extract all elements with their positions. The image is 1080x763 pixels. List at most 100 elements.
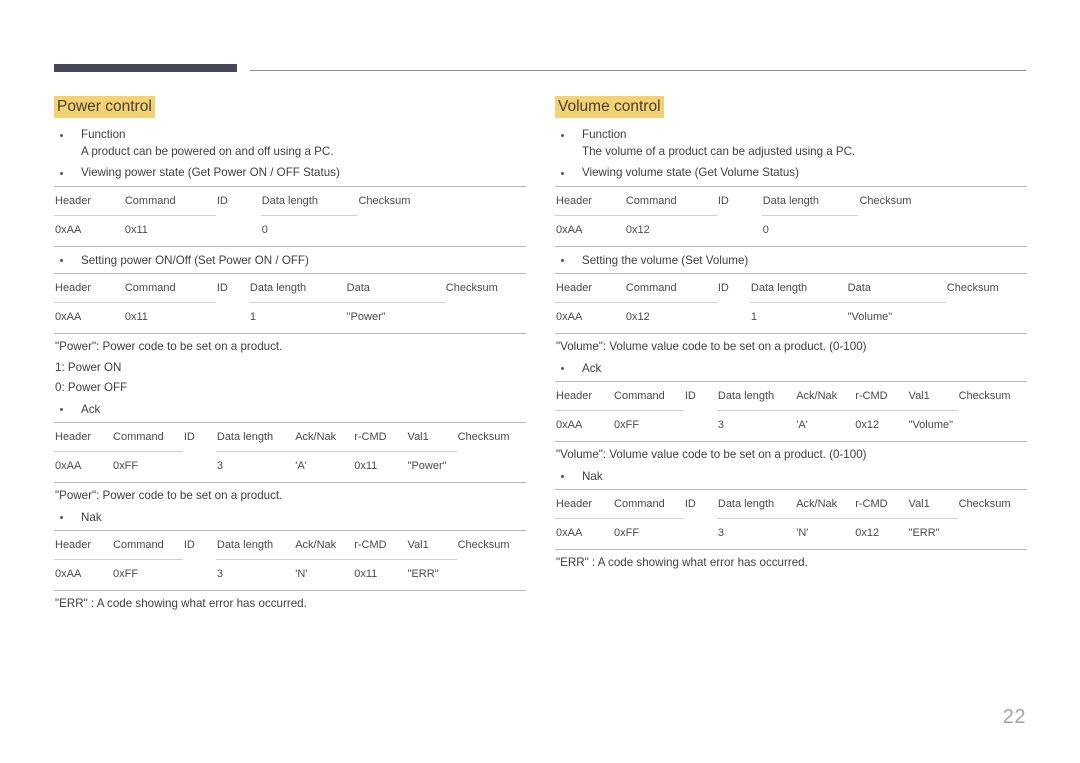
column-header: Checksum [358,194,411,207]
table-cell: 0x12 [855,419,880,432]
column-header: ID [717,194,729,207]
table-cell: 'N' [796,527,809,540]
spec-table: Header Command ID Data length Ack/Nak r-CMD Va… [54,422,526,485]
column-header: Checksum [859,194,912,207]
table-cell: "Power" [346,311,386,324]
column-header: Header [556,282,593,295]
section-power-control: Power control Function A product can be po… [54,96,526,613]
note-text: 1: Power ON [55,360,122,374]
column-header: Header [55,282,92,295]
table-cell: "ERR" [407,568,439,581]
column-header: Command [625,194,677,207]
note-text: 0: Power OFF [55,381,128,395]
bullet-item: Ack [54,402,526,419]
table-cell: 0xAA [55,460,82,473]
table-cell: 0xFF [113,568,139,581]
table-cell: 0xFF [113,460,139,473]
table-cell: 0xAA [556,527,583,540]
column-header: Command [113,539,164,552]
column-header: r-CMD [855,498,888,511]
spec-table: Header Command ID Data length Data Checksum 0x… [555,273,1027,336]
table-cell: 3 [216,568,223,581]
table-header-row: Header Command ID Data length Ack/Nak r-CMD Va… [54,424,526,452]
table-bottom-rule [555,441,1027,444]
bullet-label: Ack [582,361,602,375]
table-bottom-rule [555,246,1027,248]
bullet-label: Setting power ON/Off (Set Power ON / OFF… [81,253,309,267]
bullet-label: Setting the volume (Set Volume) [582,253,749,267]
table-row: 0xAA 0xFF 3 'N' 0x11 "ERR" [54,561,526,591]
table-cell: 0xFF [614,419,640,432]
bullet-label: Function [582,128,627,142]
table-cell: 3 [717,527,724,540]
bullet-item: Function A product can be powered on and … [54,127,526,160]
table-bottom-rule [555,549,1027,552]
table-cell [457,561,526,591]
table-cell: 0 [261,223,268,236]
column-header: Checksum [946,282,999,295]
column-header: ID [717,282,729,295]
spec-table: Header Command ID Data length Data Checksum 0x… [54,273,526,336]
table-cell [858,217,1027,247]
column-header: Data length [216,431,274,444]
bullet-label: Nak [81,510,102,524]
column-header: Data [847,282,871,295]
note-text: "Volume": Volume value code to be set on… [556,340,867,354]
table-cell: 0x11 [354,460,378,473]
note-text: "ERR" : A code showing what error has oc… [55,597,307,611]
bullet-label: Nak [582,469,603,483]
bullet-item: Nak [54,510,526,527]
table-row: 0xAA 0xFF 3 'A' 0x12 "Volume" [555,412,1027,442]
bullet-item: Viewing volume state (Get Volume Status) [555,165,1027,182]
column-header: Checksum [958,390,1011,403]
table-cell: "Volume" [908,419,954,432]
table-cell [445,304,526,334]
table-cell [183,561,216,591]
column-header: Ack/Nak [295,539,337,552]
column-header: Data length [249,282,307,295]
table-cell [717,304,750,334]
column-header: r-CMD [354,431,387,444]
table-cell [183,453,216,483]
spec-table: Header Command ID Data length Ack/Nak r-CMD Va… [555,489,1027,552]
column-header: ID [183,431,195,444]
note-text: "Power": Power code to be set on a produ… [55,489,283,503]
column-header: Header [55,431,92,444]
table-cell: 0xAA [556,223,583,236]
column-header: Data length [216,539,274,552]
table-cell: 0xAA [55,568,82,581]
note-text: "Volume": Volume value code to be set on… [556,448,867,462]
column-header: ID [183,539,195,552]
table-bottom-rule [54,333,526,336]
table-cell: 'N' [295,568,308,581]
table-cell: 0x11 [124,223,148,236]
spec-table: Header Command ID Data length Checksum 0xAA 0x… [555,186,1027,248]
table-cell: 0xFF [614,527,640,540]
table-header-row: Header Command ID Data length Data Checksum [555,275,1027,303]
bullet-label: Viewing volume state (Get Volume Status) [582,166,799,180]
table-cell [717,217,762,247]
table-header-row: Header Command ID Data length Ack/Nak r-CMD Va… [54,532,526,560]
table-cell: 0xAA [55,311,82,324]
table-row: 0xAA 0xFF 3 'A' 0x11 "Power" [54,453,526,483]
bullet-item: Viewing power state (Get Power ON / OFF … [54,165,526,182]
column-header: Checksum [958,498,1011,511]
header-accent-bar [54,64,237,72]
column-header: Ack/Nak [295,431,337,444]
bullet-label: Ack [81,402,101,416]
bullet-subtext: A product can be powered on and off usin… [81,144,334,158]
column-header: ID [684,390,696,403]
column-header: Command [614,498,665,511]
table-cell: 0x11 [354,568,378,581]
section-heading: Power control [54,96,526,119]
note-text: "Power": Power code to be set on a produ… [55,340,283,354]
column-header: Val1 [407,431,429,444]
section-heading: Volume control [555,96,1027,119]
table-row: 0xAA 0x11 0 [54,217,526,247]
table-cell: "ERR" [908,527,940,540]
table-bottom-rule [555,333,1027,336]
column-header: Header [55,194,92,207]
bullet-subtext: The volume of a product can be adjusted … [582,144,856,158]
table-cell: 0x12 [625,223,650,236]
table-cell [958,520,1027,550]
